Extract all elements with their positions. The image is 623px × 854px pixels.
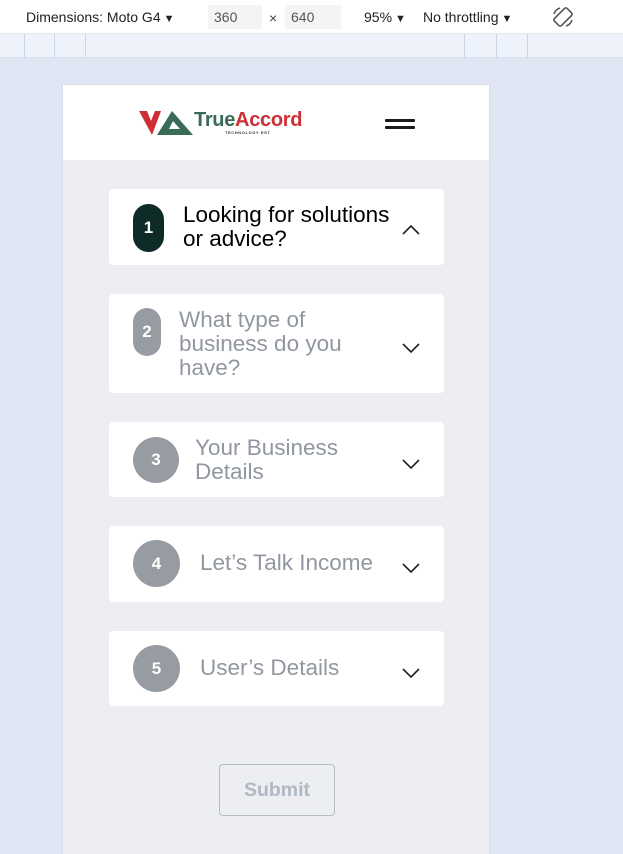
step-2-card[interactable]: 2 What type of business do you have? bbox=[109, 294, 444, 393]
menu-icon-bar bbox=[385, 119, 415, 122]
chevron-down-icon bbox=[402, 459, 420, 470]
ruler-tick bbox=[464, 34, 465, 58]
height-input[interactable]: 640 bbox=[285, 5, 341, 29]
chevron-down-icon bbox=[402, 563, 420, 574]
trueaccord-logo[interactable]: TrueAccord TECHNOLOGY EST bbox=[139, 107, 319, 139]
throttling-label: No throttling bbox=[423, 9, 499, 25]
step-title: Let’s Talk Income bbox=[200, 551, 373, 575]
ruler-tick bbox=[85, 34, 86, 58]
ruler-tick bbox=[496, 34, 497, 58]
logo-mark-icon bbox=[139, 111, 193, 135]
logo-word-true: True bbox=[194, 109, 236, 131]
step-title-line: Let’s Talk Income bbox=[200, 550, 374, 575]
step-title-line: have? bbox=[179, 355, 241, 380]
menu-icon-bar bbox=[385, 126, 415, 129]
devtools-toolbar: Dimensions: Moto G4 ▼ 360 × 640 95% ▼ No t… bbox=[0, 0, 623, 34]
chevron-down-icon bbox=[402, 668, 420, 679]
step-title-line: or advice? bbox=[183, 226, 287, 251]
step-5-card[interactable]: 5 User’s Details bbox=[109, 631, 444, 706]
ruler-tick bbox=[24, 34, 25, 58]
caret-down-icon: ▼ bbox=[395, 13, 406, 25]
caret-down-icon: ▼ bbox=[501, 13, 513, 25]
step-title-line: business do you bbox=[179, 331, 342, 356]
step-title-line: Details bbox=[195, 459, 264, 484]
width-input[interactable]: 360 bbox=[208, 5, 262, 29]
caret-down-icon: ▼ bbox=[163, 13, 175, 25]
chevron-down-icon bbox=[402, 343, 420, 354]
device-label: Dimensions: Moto G4 bbox=[26, 9, 161, 25]
step-number-badge: 5 bbox=[133, 645, 180, 692]
ruler-tick bbox=[527, 34, 528, 58]
step-1-card[interactable]: 1 Looking for solutions or advice? bbox=[109, 189, 444, 265]
step-title: Looking for solutions or advice? bbox=[183, 203, 389, 251]
width-value: 360 bbox=[214, 9, 238, 25]
device-selector[interactable]: Dimensions: Moto G4 ▼ bbox=[26, 9, 175, 25]
times-icon: × bbox=[269, 10, 278, 26]
step-title-line: User’s Details bbox=[200, 655, 340, 680]
step-number-badge: 2 bbox=[133, 308, 161, 356]
device-viewport: TrueAccord TECHNOLOGY EST 1 Looking for … bbox=[62, 84, 490, 854]
step-number-badge: 1 bbox=[133, 204, 164, 252]
menu-icon[interactable] bbox=[385, 115, 415, 131]
site-header: TrueAccord TECHNOLOGY EST bbox=[63, 85, 489, 160]
step-title-line: What type of bbox=[179, 307, 306, 332]
height-value: 640 bbox=[291, 9, 315, 25]
step-title-line: Looking for solutions bbox=[183, 202, 390, 227]
logo-subtitle: TECHNOLOGY EST bbox=[225, 130, 271, 135]
step-number-badge: 3 bbox=[133, 437, 179, 483]
step-title: What type of business do you have? bbox=[179, 308, 342, 380]
chevron-up-icon bbox=[402, 224, 420, 235]
zoom-value: 95% bbox=[364, 9, 393, 25]
zoom-selector[interactable]: 95% ▼ bbox=[364, 9, 406, 25]
step-3-card[interactable]: 3 Your Business Details bbox=[109, 422, 444, 497]
step-title-line: Your Business bbox=[195, 435, 339, 460]
step-4-card[interactable]: 4 Let’s Talk Income bbox=[109, 526, 444, 602]
logo-word-accord: Accord bbox=[235, 109, 303, 131]
step-title: Your Business Details bbox=[195, 436, 338, 484]
ruler-tick bbox=[54, 34, 55, 58]
rotate-icon[interactable] bbox=[551, 5, 575, 29]
submit-button[interactable]: Submit bbox=[219, 764, 335, 816]
step-number-badge: 4 bbox=[133, 540, 180, 587]
step-title: User’s Details bbox=[200, 656, 339, 680]
throttling-selector[interactable]: No throttling ▼ bbox=[423, 9, 512, 25]
logo-wordmark: TrueAccord bbox=[194, 109, 302, 132]
media-query-ruler bbox=[0, 34, 623, 58]
